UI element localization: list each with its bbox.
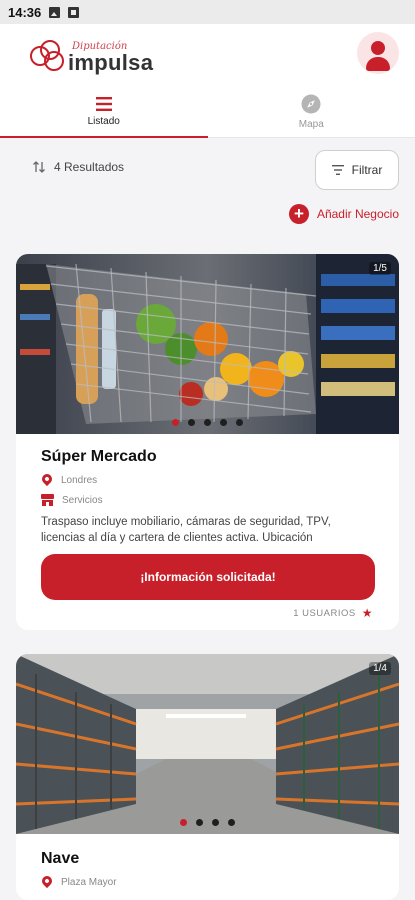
store-icon [41, 494, 54, 506]
carousel-dot[interactable] [188, 419, 195, 426]
carousel-dot[interactable] [180, 819, 187, 826]
carousel-dot[interactable] [172, 419, 179, 426]
view-tabs: Listado Mapa [0, 86, 415, 138]
filter-label: Filtrar [351, 163, 383, 177]
filter-icon [331, 165, 344, 175]
listing-title: Súper Mercado [41, 448, 157, 465]
warehouse-image [16, 654, 399, 834]
image-counter: 1/4 [369, 662, 391, 675]
user-avatar[interactable] [357, 32, 399, 74]
gallery-notification-icon [49, 6, 61, 18]
logo-title: impulsa [68, 50, 154, 75]
listing-image-carousel[interactable]: 1/4 [16, 654, 399, 834]
carousel-dot[interactable] [236, 419, 243, 426]
status-time: 14:36 [8, 4, 42, 20]
add-business-label: Añadir Negocio [316, 207, 399, 221]
listing-category: Servicios [41, 494, 103, 506]
users-count-label: 1 USUARIOS [293, 607, 356, 619]
supermarket-cart-image [16, 254, 399, 434]
listing-location: Londres [39, 471, 98, 487]
add-circle-icon: + [288, 204, 309, 224]
active-tab-indicator [0, 136, 208, 138]
listing-title: Nave [41, 850, 80, 867]
sort-icon [33, 161, 45, 173]
listing-card[interactable]: 1/4 Nave Plaza Mayor [16, 654, 399, 900]
carousel-dots[interactable] [16, 419, 399, 426]
carousel-dots[interactable] [16, 819, 399, 826]
add-business-button[interactable]: + Añadir Negocio [288, 204, 399, 224]
app-header: Diputación impulsa [0, 24, 415, 86]
listing-location: Plaza Mayor [39, 873, 117, 889]
carousel-dot[interactable] [204, 419, 211, 426]
location-label: Plaza Mayor [61, 877, 117, 888]
carousel-dot[interactable] [196, 819, 203, 826]
image-counter: 1/5 [369, 262, 391, 275]
listing-description: Traspaso incluye mobiliario, cámaras de … [41, 516, 331, 544]
carousel-dot[interactable] [220, 419, 227, 426]
results-label: 4 Resultados [54, 160, 125, 174]
results-count[interactable]: 4 Resultados [32, 160, 124, 174]
logo: Diputación impulsa [28, 38, 153, 75]
location-label: Londres [61, 475, 98, 486]
carousel-dot[interactable] [228, 819, 235, 826]
results-toolbar: 4 Resultados Filtrar [0, 150, 415, 190]
status-bar: 14:36 [0, 0, 415, 24]
category-label: Servicios [62, 494, 103, 506]
compass-icon [301, 94, 321, 113]
location-pin-icon [39, 873, 55, 889]
carousel-dot[interactable] [212, 819, 219, 826]
user-icon [371, 41, 385, 55]
filter-button[interactable]: Filtrar [315, 150, 399, 190]
tab-mapa-label: Mapa [298, 118, 324, 130]
listing-card[interactable]: 1/5 Súper Mercado Londres Servicios Tras… [16, 254, 399, 630]
info-requested-button[interactable]: ¡Información solicitada! [41, 554, 375, 600]
tab-mapa[interactable]: Mapa [208, 86, 415, 137]
tab-listado-label: Listado [87, 115, 120, 127]
listing-image-carousel[interactable]: 1/5 [16, 254, 399, 434]
list-icon [95, 96, 112, 111]
listing-users: 1 USUARIOS ★ [293, 606, 373, 620]
document-notification-icon [68, 6, 80, 18]
star-icon[interactable]: ★ [362, 606, 373, 620]
logo-rings-icon [28, 38, 68, 74]
tab-listado[interactable]: Listado [0, 86, 208, 138]
location-pin-icon [39, 471, 55, 487]
